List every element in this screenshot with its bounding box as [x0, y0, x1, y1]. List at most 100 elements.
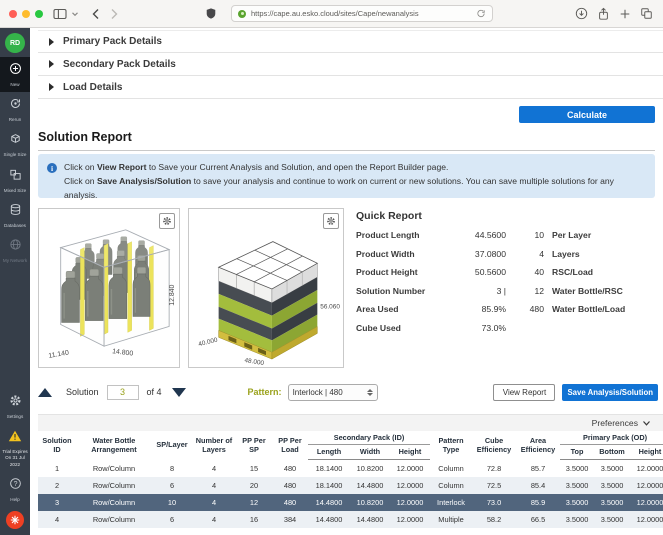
plus-circle-icon	[9, 62, 22, 80]
chevron-down-icon	[642, 420, 651, 427]
info-banner: i Click on View Report to Save your Curr…	[38, 154, 655, 198]
col-pp-per-load: PP Per Load	[272, 431, 308, 459]
col-bottom: Bottom	[594, 445, 630, 459]
window-controls	[9, 10, 43, 18]
sidebar-item-help[interactable]: ? Help	[0, 472, 30, 507]
page-title: Solution Report	[38, 130, 655, 151]
chevron-down-icon[interactable]	[71, 10, 79, 18]
close-window-button[interactable]	[9, 10, 17, 18]
info-icon: i	[47, 163, 57, 173]
sidebar-toggle-icon[interactable]	[53, 8, 67, 20]
app-sidebar: RD New Rerun Single Size Mixed Size	[0, 28, 30, 535]
address-bar[interactable]: https://cape.au.esko.cloud/sites/Cape/ne…	[231, 5, 493, 22]
primary-depth-label: 14.800	[112, 348, 134, 358]
database-icon	[9, 203, 22, 221]
quick-report-title: Quick Report	[356, 210, 658, 222]
avatar[interactable]: RD	[5, 33, 25, 53]
sidebar-item-new[interactable]: New	[0, 57, 30, 92]
table-header: Solution ID Water Bottle Arrangement SP/…	[38, 431, 663, 459]
table-row[interactable]: 2Row/Column642048018.140014.480012.0000C…	[38, 477, 663, 494]
select-stepper-icon	[367, 389, 373, 396]
forward-button[interactable]	[110, 8, 119, 20]
load-depth-label: 40.000	[198, 337, 219, 349]
col-sp-layer: SP/Layer	[152, 431, 192, 459]
back-button[interactable]	[91, 8, 100, 20]
quick-report-row: Cube Used73.0%	[356, 323, 658, 333]
load-width-label: 48.000	[244, 357, 265, 367]
save-analysis-solution-button[interactable]: Save Analysis/Solution	[562, 384, 658, 401]
col-height-pp: Height	[630, 445, 663, 459]
zoom-window-button[interactable]	[35, 10, 43, 18]
next-solution-button[interactable]	[172, 388, 186, 397]
gear-icon	[9, 394, 22, 412]
solution-number-input[interactable]: 3	[107, 385, 139, 400]
expand-arrow-icon	[49, 83, 54, 91]
quick-report-row: Area Used85.9%480Water Bottle/Load	[356, 304, 658, 314]
table-row[interactable]: 4Row/Column641638414.480014.480012.0000M…	[38, 511, 663, 528]
help-icon: ?	[9, 477, 22, 495]
sidebar-item-rerun[interactable]: Rerun	[0, 92, 30, 127]
pallet-load-graphic: 40.000 48.000 56.060	[189, 209, 343, 367]
svg-text:?: ?	[13, 481, 17, 488]
view-report-button[interactable]: View Report	[493, 384, 555, 401]
sidebar-item-databases[interactable]: Databases	[0, 198, 30, 233]
toolbar-right-buttons	[575, 7, 653, 21]
col-width: Width	[350, 445, 390, 459]
col-solution-id: Solution ID	[38, 431, 76, 459]
solution-table-body: 1Row/Column841548018.140010.820012.0000C…	[38, 459, 663, 528]
table-row[interactable]: 3Row/Column1041248014.480010.820012.0000…	[38, 494, 663, 511]
expand-arrow-icon	[49, 60, 54, 68]
minimize-window-button[interactable]	[22, 10, 30, 18]
sidebar-item-single-size[interactable]: Single Size	[0, 127, 30, 162]
col-pp-per-sp: PP Per SP	[236, 431, 272, 459]
primary-pack-3d-view[interactable]: 11.140 14.800 12.840	[38, 208, 180, 368]
group-primary-pack: Primary Pack (OD)	[560, 431, 663, 445]
app-window: https://cape.au.esko.cloud/sites/Cape/ne…	[0, 0, 663, 535]
sidebar-item-trial-notice[interactable]: Trial Expires On 31 Jul 2022	[0, 424, 30, 472]
refresh-icon[interactable]	[476, 8, 486, 19]
pattern-select[interactable]: Interlock | 480	[288, 384, 378, 401]
downloads-icon[interactable]	[575, 7, 588, 20]
view-settings-button[interactable]	[159, 213, 175, 229]
pallet-load-3d-view[interactable]: 40.000 48.000 56.060	[188, 208, 344, 368]
solution-label: Solution	[66, 387, 99, 397]
accordion-load-details[interactable]: Load Details	[38, 76, 663, 99]
share-icon[interactable]	[597, 7, 610, 21]
info-banner-text: Click on View Report to Save your Curren…	[64, 161, 646, 191]
col-arrangement: Water Bottle Arrangement	[76, 431, 152, 459]
solution-count-label: of 4	[147, 387, 162, 397]
mixed-cubes-icon	[9, 168, 22, 186]
accordion-secondary-pack-details[interactable]: Secondary Pack Details	[38, 53, 663, 76]
main-content: Primary Pack Details Secondary Pack Deta…	[30, 28, 663, 535]
support-chat-button[interactable]	[6, 511, 24, 529]
gear-icon	[326, 216, 336, 226]
pattern-label: Pattern:	[248, 387, 282, 397]
quick-report-row: Solution Number3 |12Water Bottle/RSC	[356, 286, 658, 296]
new-tab-icon[interactable]	[619, 8, 631, 20]
quick-report: Quick Report Product Length44.560010Per …	[356, 210, 658, 341]
quick-report-rows: Product Length44.560010Per Layer Product …	[356, 230, 658, 333]
expand-arrow-icon	[49, 38, 54, 46]
gear-icon	[162, 216, 172, 226]
browser-toolbar: https://cape.au.esko.cloud/sites/Cape/ne…	[0, 0, 663, 28]
load-height-label: 56.060	[320, 304, 340, 311]
quick-report-row: Product Width37.08004Layers	[356, 249, 658, 259]
table-row[interactable]: 1Row/Column841548018.140010.820012.0000C…	[38, 459, 663, 477]
calculate-button[interactable]: Calculate	[519, 106, 655, 123]
preferences-dropdown[interactable]: Preferences	[38, 414, 663, 431]
sidebar-item-mixed-size[interactable]: Mixed Size	[0, 163, 30, 198]
sidebar-item-my-network[interactable]: My Network	[0, 233, 30, 268]
quick-report-row: Product Height50.560040RSC/Load	[356, 267, 658, 277]
tab-overview-icon[interactable]	[640, 7, 653, 20]
col-height: Height	[390, 445, 430, 459]
col-length: Length	[308, 445, 350, 459]
quick-report-row: Product Length44.560010Per Layer	[356, 230, 658, 240]
privacy-shield-icon[interactable]	[205, 7, 217, 20]
accordion-primary-pack-details[interactable]: Primary Pack Details	[38, 30, 663, 53]
url-text: https://cape.au.esko.cloud/sites/Cape/ne…	[251, 9, 471, 18]
bottles-crate-graphic: 11.140 14.800 12.840	[39, 209, 179, 367]
previous-solution-button[interactable]	[38, 388, 52, 397]
view-settings-button[interactable]	[323, 213, 339, 229]
sidebar-item-settings[interactable]: Settings	[0, 389, 30, 424]
solutions-table: Solution ID Water Bottle Arrangement SP/…	[38, 431, 663, 528]
